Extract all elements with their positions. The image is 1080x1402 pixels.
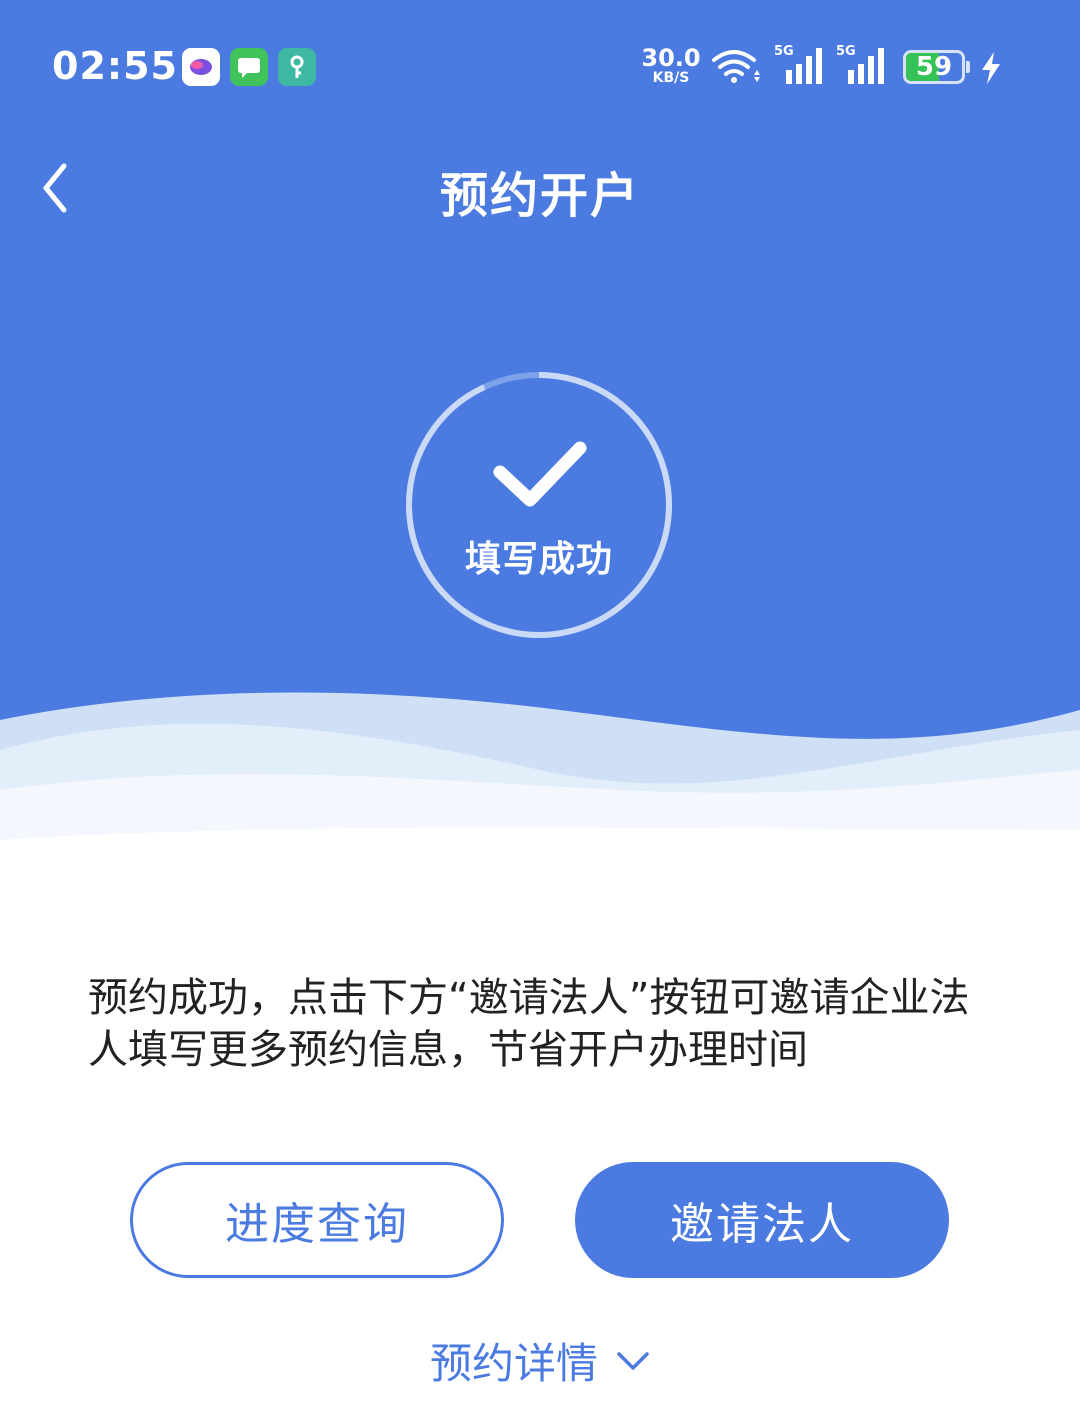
key-app-icon: [278, 48, 316, 86]
details-label: 预约详情: [429, 1339, 598, 1388]
nav-bar: 预约开户: [0, 140, 1080, 240]
status-time: 02:55: [52, 44, 178, 88]
chat-app-icon: [182, 48, 220, 86]
invite-legal-person-button[interactable]: 邀请法人: [575, 1162, 949, 1278]
message-app-icon: [230, 48, 268, 86]
wave-decoration: [0, 692, 1080, 880]
charging-bolt-icon: [982, 52, 1000, 84]
battery-tip: [966, 61, 970, 73]
success-label: 填写成功: [464, 539, 613, 580]
progress-query-button[interactable]: 进度查询: [130, 1162, 504, 1278]
chevron-down-icon: [617, 1351, 649, 1370]
check-icon: [493, 441, 587, 507]
cellular-signal-icon: 5G: [836, 44, 888, 90]
wifi-icon: [712, 50, 760, 83]
battery-icon: 59: [903, 50, 965, 84]
success-message: 预约成功，点击下方“邀请法人”按钮可邀请企业法人填写更多预约信息，节省开户办理时…: [88, 975, 970, 1073]
status-bar: 02:55 30.0 KB/S 5G 5G 59: [0, 0, 1080, 130]
appointment-details-toggle[interactable]: 预约详情: [0, 1330, 1080, 1391]
network-speed: 30.0 KB/S: [641, 44, 701, 86]
page-title: 预约开户: [439, 168, 640, 224]
battery-level: 59: [915, 52, 953, 82]
cellular-signal-icon: 5G: [774, 44, 826, 90]
